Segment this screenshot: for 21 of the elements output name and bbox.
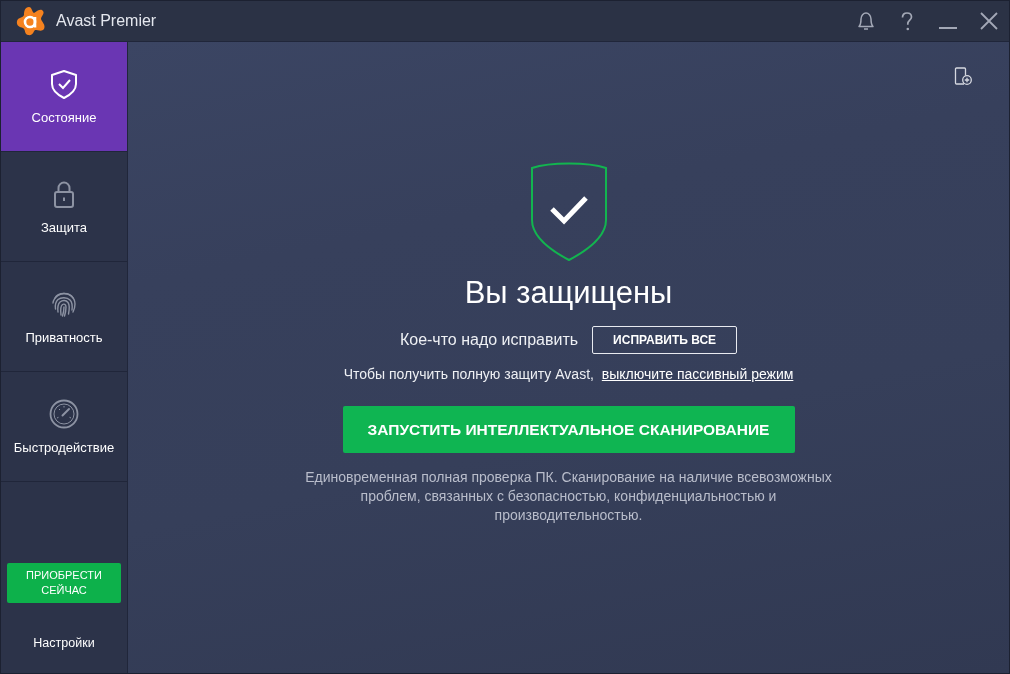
close-icon <box>979 12 998 30</box>
logo-icon <box>16 6 46 36</box>
minimize-icon <box>938 26 957 29</box>
sidebar-tab[interactable]: Защита <box>1 152 127 262</box>
phone-plus-icon <box>954 67 972 85</box>
speedometer-icon <box>49 398 79 429</box>
add-device-button[interactable] <box>954 67 972 85</box>
passive-mode-notice: Чтобы получить полную защиту Avast, выключите пассивный режим <box>343 366 794 382</box>
help-icon <box>900 11 913 31</box>
status-heading: Вы защищены <box>464 275 673 311</box>
sidebar-tab[interactable]: Приватность <box>1 262 127 372</box>
scan-description: Единовременная полная проверка ПК. Сканирование на наличие всевозможных проблем, связанных с безопасностью, конфиденциальностью и производительностью. <box>304 468 833 525</box>
shield-icon <box>49 68 79 99</box>
disable-passive-mode-link[interactable]: выключите пассивный режим <box>601 366 794 382</box>
settings-link[interactable]: Настройки <box>33 635 95 651</box>
window-title: Avast Premier <box>56 11 157 31</box>
sidebar-tab[interactable]: Состояние <box>1 42 127 152</box>
bell-icon <box>856 12 875 30</box>
issues-label: Кое-что надо исправить <box>399 330 579 350</box>
fix-all-button[interactable]: ИСПРАВИТЬ ВСЕ <box>592 326 738 354</box>
sidebar-tab[interactable]: Быстродействие <box>1 372 127 482</box>
